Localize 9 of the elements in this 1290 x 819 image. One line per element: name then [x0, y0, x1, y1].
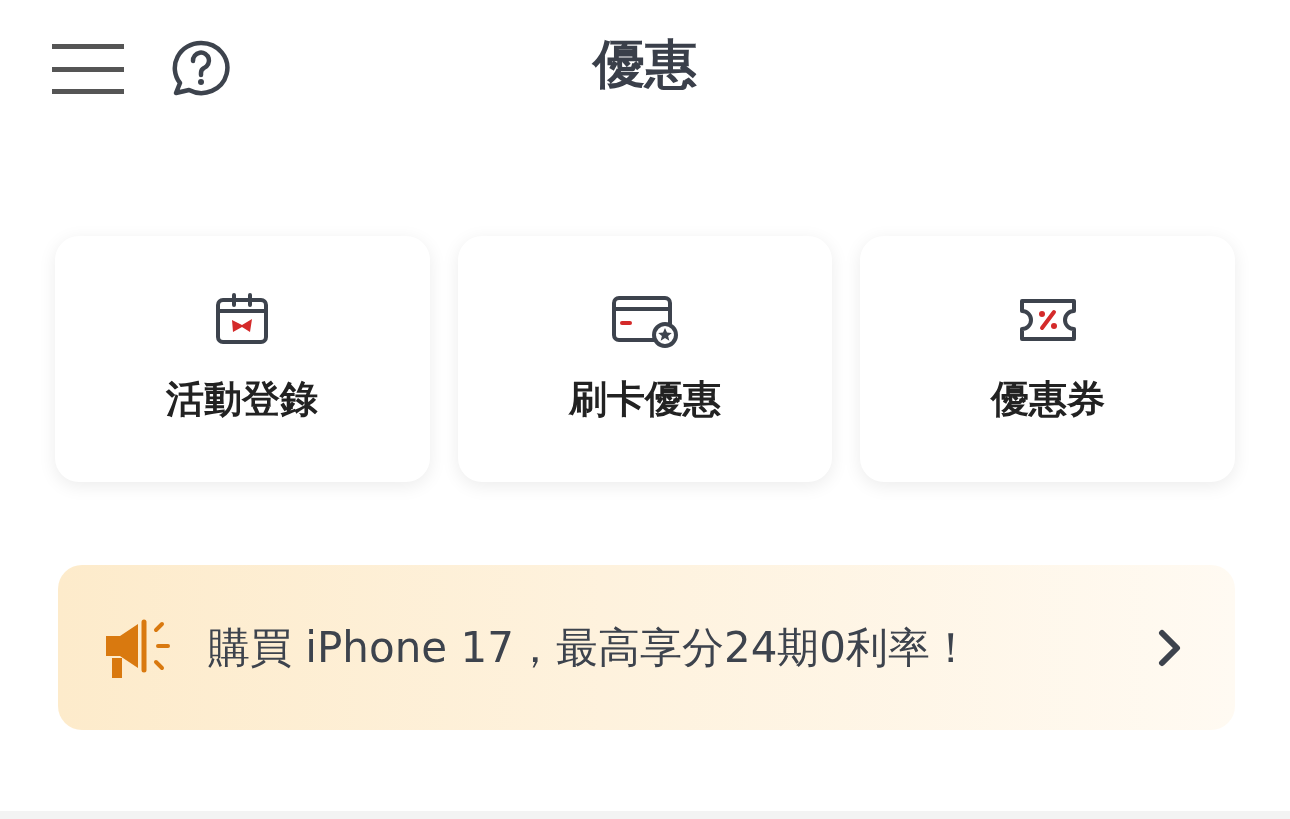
chevron-right-icon — [1157, 628, 1183, 667]
promo-text: 購買 iPhone 17，最高享分24期0利率！ — [208, 622, 973, 674]
page-title: 優惠 — [593, 38, 697, 90]
shortcut-card[interactable]: 優惠券 — [860, 236, 1235, 482]
shortcut-card[interactable]: 活動登錄 — [55, 236, 430, 482]
promo-banner[interactable]: 購買 iPhone 17，最高享分24期0利率！ — [58, 565, 1235, 730]
menu-button[interactable] — [52, 44, 124, 94]
shortcut-card[interactable]: 刷卡優惠 — [457, 236, 833, 482]
help-icon[interactable] — [172, 40, 230, 96]
